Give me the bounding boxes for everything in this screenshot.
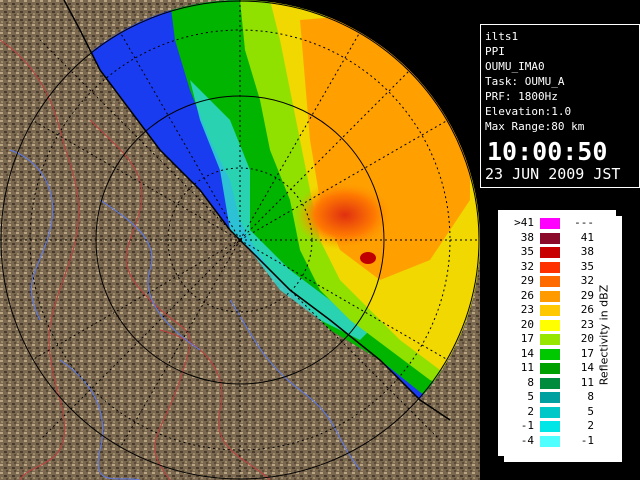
legend-color-swatch: [540, 290, 560, 302]
legend-color-swatch: [540, 276, 560, 287]
legend-max-value: 26: [580, 303, 594, 316]
legend-max-value: 8: [587, 390, 594, 403]
legend-max-value: 29: [580, 288, 594, 302]
legend-row: 17 20: [502, 332, 594, 346]
legend-color-swatch: [540, 247, 560, 258]
legend-max-value: 5: [587, 404, 594, 418]
legend-max-value: -1: [580, 433, 594, 447]
legend-max-value: 20: [580, 332, 594, 345]
legend-min-value: 35: [520, 245, 534, 258]
legend-min-value: 32: [520, 259, 534, 273]
legend-row: 32 35: [502, 259, 594, 274]
legend-row: -1 2: [502, 419, 594, 433]
radar-info-panel: ilts1 PPI OUMU_IMA0 Task: OUMU_A PRF: 18…: [480, 24, 640, 188]
legend-color-swatch: [540, 348, 560, 360]
legend-color-swatch: [540, 261, 560, 273]
legend-min-value: -4: [520, 433, 534, 447]
legend-row: 38 41: [502, 230, 594, 245]
legend-min-value: 20: [520, 317, 534, 331]
legend-color-swatch: [540, 406, 560, 418]
legend-color-swatch: [540, 392, 560, 403]
echo-max-cell: [360, 252, 376, 264]
legend-min-value: 38: [520, 230, 534, 244]
legend-row: 11 14: [502, 361, 594, 375]
legend-max-value: 23: [580, 317, 594, 331]
legend-row: 58: [502, 390, 594, 404]
legend-min-value: 8: [527, 375, 534, 389]
radar-ppi-map[interactable]: [0, 0, 480, 480]
legend-row: >41 ---: [502, 216, 594, 230]
legend-axis: Reflectivity in dBZ: [594, 230, 614, 440]
scan-mode: PPI: [485, 45, 505, 58]
legend-min-value: 23: [520, 303, 534, 316]
legend-color-swatch: [540, 377, 560, 389]
legend-min-value: 14: [520, 346, 534, 360]
legend-row: 14 17: [502, 346, 594, 361]
prf-value: PRF: 1800Hz: [485, 90, 558, 103]
legend-max-value: 11: [580, 375, 594, 389]
legend-min-value: 2: [527, 404, 534, 418]
legend-min-value: 5: [527, 390, 534, 403]
legend-color-swatch: [540, 319, 560, 331]
legend-color-swatch: [540, 421, 560, 432]
legend-row: 20 23: [502, 317, 594, 332]
scan-date: 23 JUN 2009 JST: [485, 165, 621, 183]
legend-min-value: 26: [520, 288, 534, 302]
legend-max-value: 32: [580, 274, 594, 287]
legend-color-swatch: [540, 218, 560, 229]
legend-max-value: 14: [580, 361, 594, 374]
legend-row: -4 -1: [502, 433, 594, 448]
legend-max-value: 35: [580, 259, 594, 273]
legend-color-swatch: [540, 435, 560, 447]
legend-row: 8 11: [502, 375, 594, 390]
legend-min-value: 17: [520, 332, 534, 345]
legend-color-swatch: [540, 305, 560, 316]
legend-row: 23 26: [502, 303, 594, 317]
legend-row: 26 29: [502, 288, 594, 303]
legend-color-swatch: [540, 232, 560, 244]
legend-min-value: >41: [514, 216, 534, 229]
elevation-value: Elevation:1.0: [485, 105, 572, 118]
legend-min-value: 11: [520, 361, 534, 374]
scan-time: 10:00:50: [487, 137, 608, 166]
legend-color-swatch: [540, 334, 560, 345]
legend-color-swatch: [540, 363, 560, 374]
legend-max-value: 17: [580, 346, 594, 360]
station-name: ilts1: [485, 30, 519, 43]
reflectivity-legend: >41 --- 38 41 35 38 32 35 29 32 26 29 23 26 20 23 17 20 14…: [498, 210, 616, 456]
legend-max-value: 2: [587, 419, 594, 432]
max-range-value: Max Range:80 km: [485, 120, 585, 133]
legend-min-value: -1: [520, 419, 534, 432]
legend-row: 29 32: [502, 274, 594, 288]
task-name: Task: OUMU_A: [485, 75, 565, 88]
legend-title: Reflectivity in dBZ: [597, 284, 611, 386]
legend-min-value: 29: [520, 274, 534, 287]
product-id: OUMU_IMA0: [485, 60, 545, 73]
legend-row: 35 38: [502, 245, 594, 259]
legend-max-value: ---: [574, 216, 594, 229]
legend-max-value: 38: [580, 245, 594, 258]
legend-row: 25: [502, 404, 594, 419]
legend-max-value: 41: [580, 230, 594, 244]
